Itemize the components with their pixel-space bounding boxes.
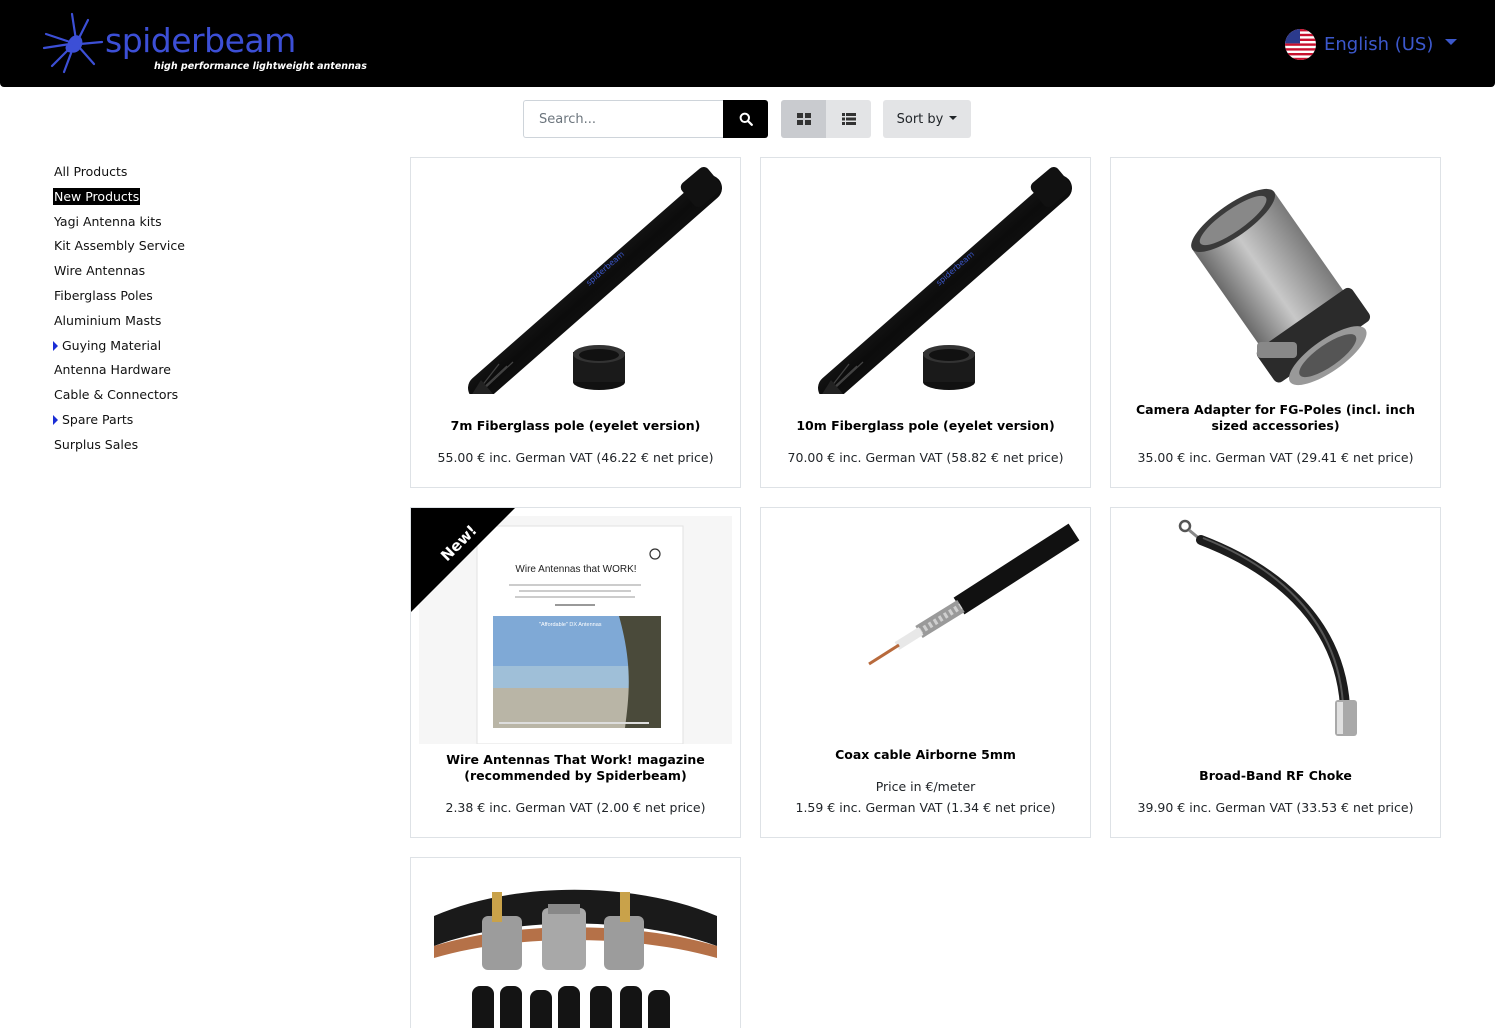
new-ribbon-badge: New!	[411, 508, 515, 612]
logo-wordmark: spiderbeam	[105, 21, 296, 60]
category-antenna-hardware[interactable]: Antenna Hardware	[53, 358, 253, 383]
search-button[interactable]	[723, 100, 768, 138]
product-name[interactable]: 7m Fiberglass pole (eyelet version)	[421, 418, 730, 434]
category-label: Kit Assembly Service	[54, 238, 185, 254]
category-cable-connectors[interactable]: Cable & Connectors	[53, 383, 253, 408]
category-kit-assembly-service[interactable]: Kit Assembly Service	[53, 234, 253, 259]
product-name[interactable]: Wire Antennas That Work! magazine (recom…	[421, 752, 730, 784]
category-label: All Products	[54, 164, 128, 179]
product-card[interactable]: spiderbeam 7m Fiberglass pole (eyelet ve…	[410, 157, 741, 488]
search-input[interactable]	[523, 100, 724, 138]
product-image-fiberglass-pole: spiderbeam	[468, 167, 722, 394]
category-fiberglass-poles[interactable]: Fiberglass Poles	[53, 284, 253, 309]
category-sidebar: All Products New Products Yagi Antenna k…	[53, 160, 253, 458]
expand-arrow-icon[interactable]	[53, 340, 58, 351]
chevron-down-icon	[949, 116, 958, 120]
product-price: 70.00 € inc. German VAT (58.82 € net pri…	[787, 450, 1064, 465]
product-price: 1.59 € inc. German VAT (1.34 € net price…	[795, 800, 1056, 815]
product-image-camera-adapter	[1191, 188, 1371, 386]
category-yagi-antenna-kits[interactable]: Yagi Antenna kits	[53, 210, 253, 235]
product-price: 35.00 € inc. German VAT (29.41 € net pri…	[1137, 450, 1414, 465]
chevron-down-icon	[1445, 39, 1458, 45]
category-new-products[interactable]: New Products	[53, 185, 253, 210]
category-label: Antenna Hardware	[54, 362, 171, 378]
category-label: New Products	[53, 187, 141, 205]
category-spare-parts[interactable]: Spare Parts	[53, 408, 253, 433]
grid-view-button[interactable]	[781, 100, 826, 138]
category-label: Fiberglass Poles	[54, 287, 153, 303]
product-name[interactable]: Camera Adapter for FG-Poles (incl. inch …	[1121, 402, 1430, 434]
category-guying-material[interactable]: Guying Material	[53, 334, 253, 359]
product-price: 39.90 € inc. German VAT (33.53 € net pri…	[1137, 800, 1414, 815]
logo-tagline: high performance lightweight antennas	[154, 61, 367, 72]
search-icon	[739, 112, 753, 126]
spider-logo-icon	[42, 12, 104, 74]
category-label: Cable & Connectors	[54, 387, 179, 403]
list-view-button[interactable]	[826, 100, 871, 138]
product-card[interactable]: spiderbeam 10m Fiberglass pole (eyelet v…	[760, 157, 1091, 488]
magazine-caption: "Affordable" DX Antennas	[539, 622, 602, 628]
product-card[interactable]: Coax cable Airborne 5mm Price in €/meter…	[760, 507, 1091, 838]
category-label: Wire Antennas	[54, 263, 146, 279]
spiderbeam-logo[interactable]: spiderbeam high performance lightweight …	[42, 12, 367, 76]
category-label: Surplus Sales	[54, 436, 139, 452]
category-aluminium-masts[interactable]: Aluminium Masts	[53, 309, 253, 334]
language-label: English (US)	[1324, 33, 1434, 55]
product-name[interactable]: 10m Fiberglass pole (eyelet version)	[771, 418, 1080, 434]
category-label: Aluminium Masts	[54, 312, 162, 328]
expand-arrow-icon[interactable]	[53, 414, 58, 425]
product-card[interactable]	[410, 857, 741, 1028]
product-image-fiberglass-pole: spiderbeam	[818, 167, 1072, 394]
product-price-unit-note: Price in €/meter	[875, 779, 976, 794]
product-image-connectors	[434, 889, 717, 1028]
grid-view-icon	[796, 113, 811, 125]
category-label: Spare Parts	[62, 411, 134, 427]
category-wire-antennas[interactable]: Wire Antennas	[53, 259, 253, 284]
product-price: 55.00 € inc. German VAT (46.22 € net pri…	[437, 450, 714, 465]
sort-by-dropdown[interactable]: Sort by	[883, 100, 971, 138]
sort-by-label: Sort by	[896, 111, 944, 127]
list-view-icon	[841, 113, 856, 125]
product-card[interactable]: Camera Adapter for FG-Poles (incl. inch …	[1110, 157, 1441, 488]
us-flag-icon	[1285, 28, 1316, 60]
category-surplus-sales[interactable]: Surplus Sales	[53, 433, 253, 458]
product-price: 2.38 € inc. German VAT (2.00 € net price…	[445, 800, 706, 815]
magazine-title: Wire Antennas that WORK!	[515, 564, 636, 575]
product-name[interactable]: Coax cable Airborne 5mm	[771, 747, 1080, 763]
language-selector[interactable]: English (US)	[1285, 28, 1458, 60]
category-label: Guying Material	[62, 337, 162, 353]
product-image-coax-cable	[868, 523, 1080, 666]
product-image-rf-choke	[1178, 519, 1357, 736]
product-card[interactable]: Broad-Band RF Choke 39.90 € inc. German …	[1110, 507, 1441, 838]
product-card[interactable]: Wire Antennas that WORK! "Affordable" DX…	[410, 507, 741, 838]
category-all-products[interactable]: All Products	[53, 160, 253, 185]
product-name[interactable]: Broad-Band RF Choke	[1121, 768, 1430, 784]
site-header: spiderbeam high performance lightweight …	[0, 0, 1495, 87]
category-label: Yagi Antenna kits	[54, 213, 162, 229]
